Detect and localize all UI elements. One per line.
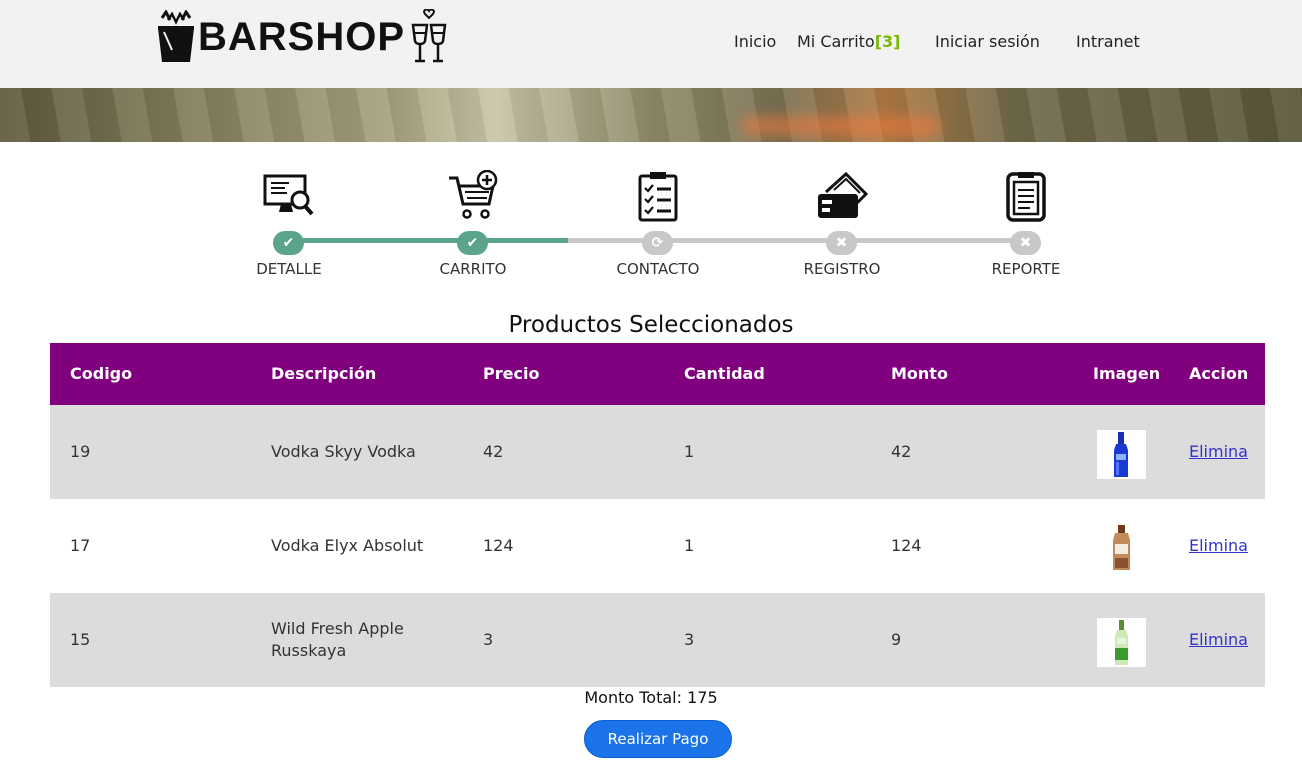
row-quantity: 3 [684,630,695,649]
row-code: 19 [70,442,91,461]
product-image-wild-fresh [1097,618,1146,667]
table-row: Wild Fresh Apple Russkaya 15 3 3 9 Elimi… [50,593,1265,687]
step-label: REGISTRO [803,260,881,278]
products-table: Codigo Descripción Precio Cantidad Monto… [50,343,1265,687]
step-refresh-icon: ⟳ [642,231,673,255]
cart-count-badge: [3] [874,32,901,51]
row-description: Vodka Skyy Vodka [271,442,416,461]
product-image-skyy [1097,430,1146,479]
row-code: 15 [70,630,91,649]
top-header: BARSHOP Inicio Mi Carrito[3] Iniciar ses… [0,0,1302,88]
main-nav: Inicio Mi Carrito[3] Iniciar sesión Intr… [0,32,1302,56]
column-header: Codigo [70,364,133,383]
step-done-check-icon: ✔ [457,231,488,255]
checklist-icon [638,172,678,222]
progress-track-pending [568,238,1026,243]
row-amount: 9 [891,630,902,649]
row-quantity: 1 [684,536,695,555]
nav-cart-label: Mi Carrito [797,32,875,51]
step-pending-x-icon: ✖ [1010,231,1041,255]
row-description-line2: Russkaya [271,641,347,660]
nav-cart-link[interactable]: Mi Carrito[3] [797,32,900,51]
progress-track-done [288,238,568,243]
column-header: Precio [483,364,540,383]
row-price: 42 [483,442,504,461]
column-header: Monto [891,364,948,383]
page-title: Productos Seleccionados [508,312,794,338]
table-row: 19 Vodka Skyy Vodka 42 1 42 Elimina [50,405,1265,499]
row-description: Wild Fresh Apple [271,619,404,638]
checkout-progress: ✔ DETALLE ✔ CARRITO ⟳ CONTACTO ✖ REGISTR… [0,142,1302,292]
column-header: Cantidad [684,364,765,383]
nav-intranet-link[interactable]: Intranet [1076,32,1140,51]
column-header: Accion [1189,364,1249,383]
row-code: 17 [70,536,91,555]
step-label: CONTACTO [616,260,700,278]
pay-button[interactable]: Realizar Pago [584,720,732,758]
column-header: Descripción [271,364,377,383]
row-price: 3 [483,630,494,649]
total-amount: Monto Total: 175 [584,688,718,707]
delete-link[interactable]: Elimina [1189,630,1248,649]
table-header: Codigo Descripción Precio Cantidad Monto… [50,343,1265,405]
row-amount: 42 [891,442,912,461]
step-label: CARRITO [439,260,507,278]
row-price: 124 [483,536,514,555]
row-description: Vodka Elyx Absolut [271,536,424,555]
nav-inicio-link[interactable]: Inicio [734,32,776,51]
card-icon [818,171,868,218]
step-done-check-icon: ✔ [273,231,304,255]
clipboard-icon [1006,172,1046,222]
row-quantity: 1 [684,442,695,461]
monitor-search-icon [263,174,314,216]
table-row: 17 Vodka Elyx Absolut 124 1 124 Elimina [50,499,1265,593]
delete-link[interactable]: Elimina [1189,442,1248,461]
product-image-elyx [1097,524,1146,573]
column-header: Imagen [1093,364,1161,383]
step-pending-x-icon: ✖ [826,231,857,255]
nav-login-link[interactable]: Iniciar sesión [935,32,1040,51]
cart-add-icon [449,170,498,219]
row-amount: 124 [891,536,922,555]
step-label: REPORTE [991,260,1061,278]
step-label: DETALLE [256,260,322,278]
hero-banner-image [0,88,1302,142]
delete-link[interactable]: Elimina [1189,536,1248,555]
